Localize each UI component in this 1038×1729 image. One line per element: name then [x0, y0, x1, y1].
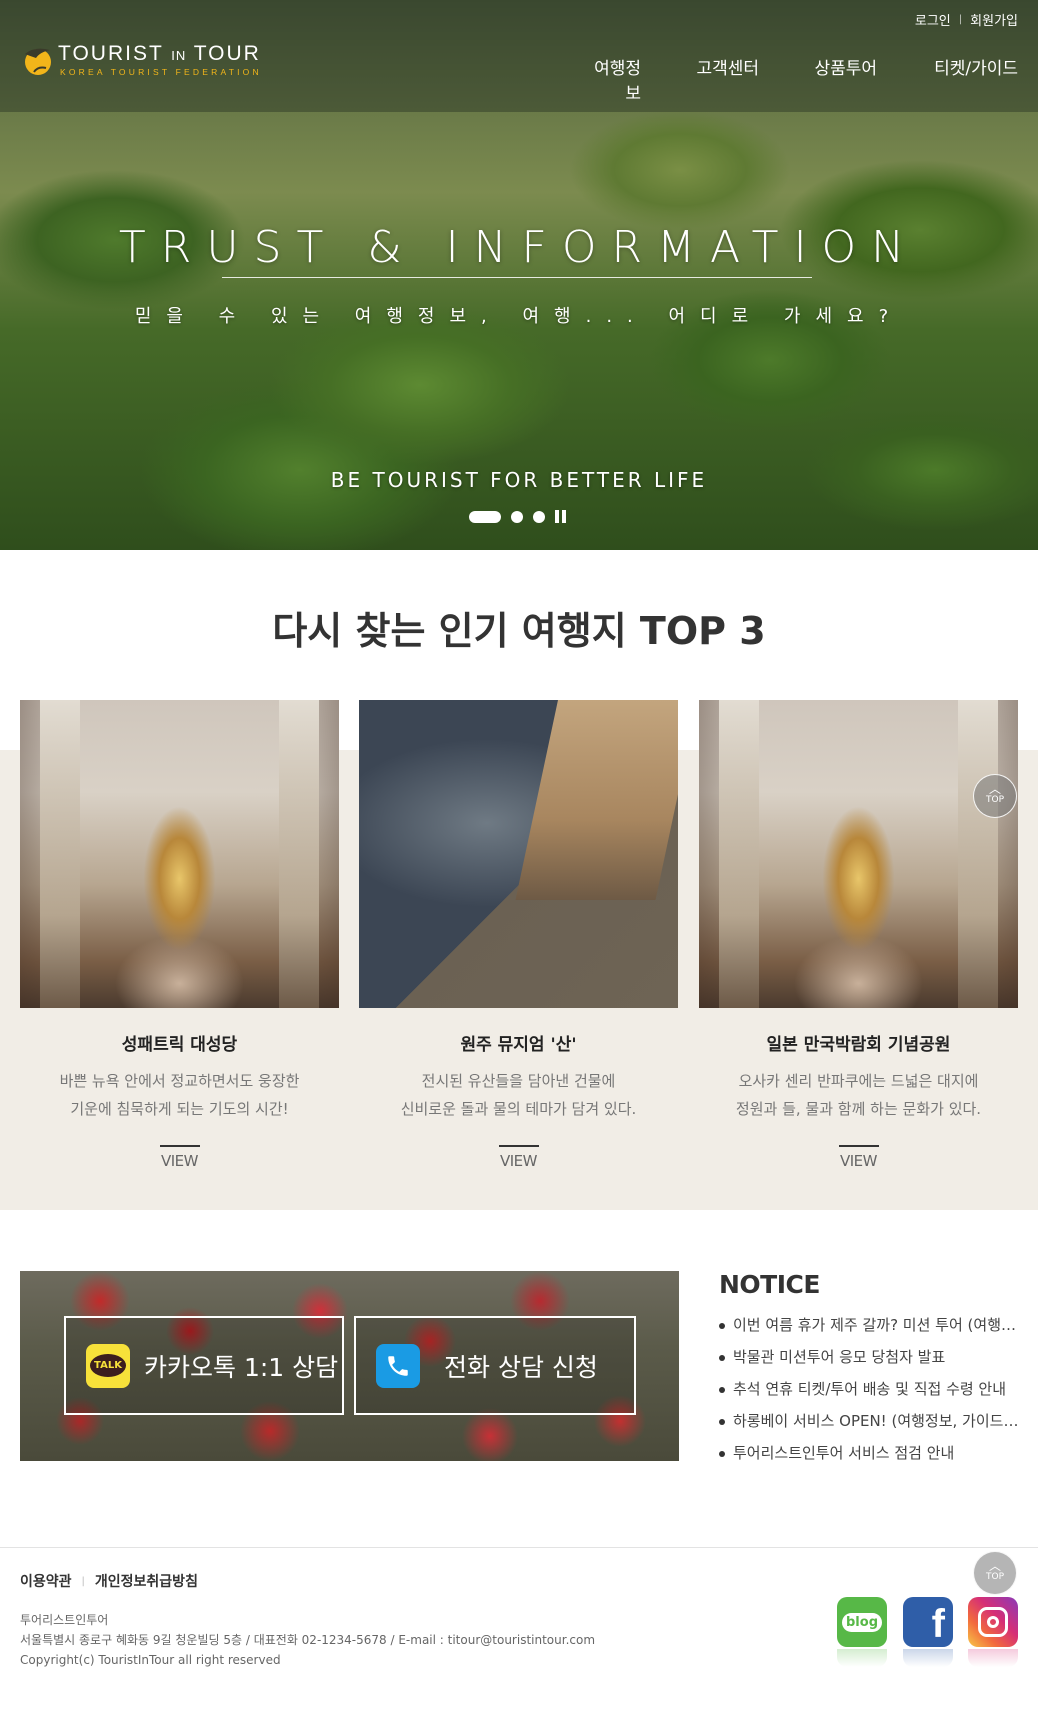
top3-heading: 다시 찾는 인기 여행지 TOP 3 [272, 609, 766, 653]
view-button[interactable]: VIEW [159, 1145, 200, 1170]
blog-icon-reflection [837, 1649, 887, 1667]
card-description: 전시된 유산들을 담아낸 건물에 신비로운 돌과 물의 테마가 담겨 있다. [400, 1072, 637, 1118]
destination-card: 성패트릭 대성당 바쁜 뉴욕 안에서 정교하면서도 웅장한 기운에 침묵하게 되… [20, 700, 339, 1170]
phone-icon [376, 1343, 420, 1388]
instagram-icon[interactable] [968, 1597, 1018, 1647]
notice-item[interactable]: 추석 연휴 티켓/투어 배송 및 직접 수령 안내 [719, 1376, 1019, 1408]
notice-item[interactable]: 이번 여름 휴가 제주 갈까? 미션 투어 (여행경비 100만원 지원) [719, 1312, 1019, 1344]
kakao-consult-button[interactable]: TALK 카카오톡 1:1 상담 [64, 1316, 344, 1415]
nav-item-product-tour[interactable]: 상품투어 [759, 54, 877, 104]
view-button[interactable]: VIEW [498, 1145, 539, 1170]
blog-icon[interactable]: blog [837, 1597, 887, 1647]
card-description: 바쁜 뉴욕 안에서 정교하면서도 웅장한 기운에 침묵하게 되는 기도의 시간! [59, 1072, 300, 1118]
slide-dot-1[interactable] [469, 510, 501, 523]
logo-subtitle: KOREA TOURIST FEDERATION [60, 67, 262, 77]
chevron-up-icon: ︿ [988, 1559, 1001, 1573]
facebook-icon-reflection [903, 1649, 953, 1667]
nav-item-customer-center[interactable]: 고객센터 [641, 54, 759, 104]
phone-consult-button[interactable]: 전화 상담 신청 [354, 1316, 636, 1415]
login-link[interactable]: 로그인 [915, 10, 951, 29]
card-description: 오사카 센리 반파쿠에는 드넓은 대지에 정원과 들, 물과 함께 하는 문화가… [735, 1072, 982, 1118]
hero-title: TRUST & INFORMATION [118, 222, 920, 273]
kakao-talk-icon: TALK [86, 1343, 130, 1388]
notice-item[interactable]: 투어리스트인투어 서비스 점검 안내 [719, 1440, 1019, 1472]
notice-title: NOTICE [719, 1270, 820, 1299]
slide-dot-2[interactable] [511, 510, 523, 523]
notice-item[interactable]: 하롱베이 서비스 OPEN! (여행정보, 가이드 예약) [719, 1408, 1019, 1440]
pause-icon[interactable] [555, 510, 566, 523]
site-logo[interactable]: TOURIST IN TOUR KOREA TOURIST FEDERATION [20, 42, 282, 82]
slide-dot-3[interactable] [533, 510, 545, 523]
footer-divider [0, 1547, 1038, 1548]
scroll-top-button[interactable]: ︿ TOP [973, 774, 1017, 818]
scroll-top-button[interactable]: ︿ TOP [973, 1551, 1017, 1595]
expo-park-image[interactable] [699, 700, 1018, 1008]
utility-menu: 로그인 | 회원가입 [915, 10, 1018, 29]
notice-item[interactable]: 박물관 미션투어 응모 당첨자 발표 [719, 1344, 1019, 1376]
footer-info: 투어리스트인투어 서울특별시 종로구 혜화동 9길 청운빌딩 5층 / 대표전화… [20, 1610, 595, 1670]
card-title: 성패트릭 대성당 [121, 1035, 238, 1055]
card-title: 원주 뮤지엄 '산' [460, 1035, 577, 1055]
nav-item-travel-info[interactable]: 여행정보 [579, 54, 641, 104]
destination-card: 일본 만국박람회 기념공원 오사카 센리 반파쿠에는 드넓은 대지에 정원과 들… [699, 700, 1018, 1170]
destination-card: 원주 뮤지엄 '산' 전시된 유산들을 담아낸 건물에 신비로운 돌과 물의 테… [359, 700, 678, 1170]
museum-water-image[interactable] [359, 700, 678, 1008]
main-nav: 여행정보 고객센터 상품투어 티켓/가이드 [579, 54, 1018, 104]
hero-banner: TOURIST IN TOUR KOREA TOURIST FEDERATION… [0, 0, 1038, 550]
logo-title: TOURIST IN TOUR [58, 42, 261, 65]
company-address: 서울특별시 종로구 혜화동 9길 청운빌딩 5층 / 대표전화 02-1234-… [20, 1633, 596, 1647]
company-name: 투어리스트인투어 [20, 1613, 109, 1627]
instagram-icon-reflection [968, 1649, 1018, 1667]
hero-subtitle: 믿을 수 있는 여행정보, 여행... 어디로 가세요? [134, 306, 904, 327]
consult-banner: TALK 카카오톡 1:1 상담 전화 상담 신청 [20, 1271, 679, 1461]
hero-divider [222, 277, 812, 278]
card-title: 일본 만국박람회 기념공원 [766, 1035, 951, 1055]
privacy-link[interactable]: 개인정보취급방침 [95, 1571, 198, 1591]
join-link[interactable]: 회원가입 [970, 10, 1018, 29]
terms-link[interactable]: 이용약관 [20, 1571, 72, 1591]
notice-list: 이번 여름 휴가 제주 갈까? 미션 투어 (여행경비 100만원 지원) 박물… [719, 1312, 1019, 1472]
nav-item-ticket-guide[interactable]: 티켓/가이드 [877, 54, 1018, 104]
hero-tagline: BE TOURIST FOR BETTER LIFE [330, 468, 708, 492]
footer-links: 이용약관 | 개인정보취급방침 [20, 1571, 198, 1591]
chevron-up-icon: ︿ [988, 782, 1001, 796]
facebook-icon[interactable]: f [903, 1597, 953, 1647]
util-separator: | [958, 14, 963, 25]
view-button[interactable]: VIEW [838, 1145, 879, 1170]
copyright: Copyright(c) TouristInTour all right res… [20, 1653, 281, 1667]
cathedral-image[interactable] [20, 700, 339, 1008]
globe-bird-icon [25, 48, 51, 75]
footer-separator: | [81, 1575, 85, 1587]
slide-pager [469, 510, 566, 523]
